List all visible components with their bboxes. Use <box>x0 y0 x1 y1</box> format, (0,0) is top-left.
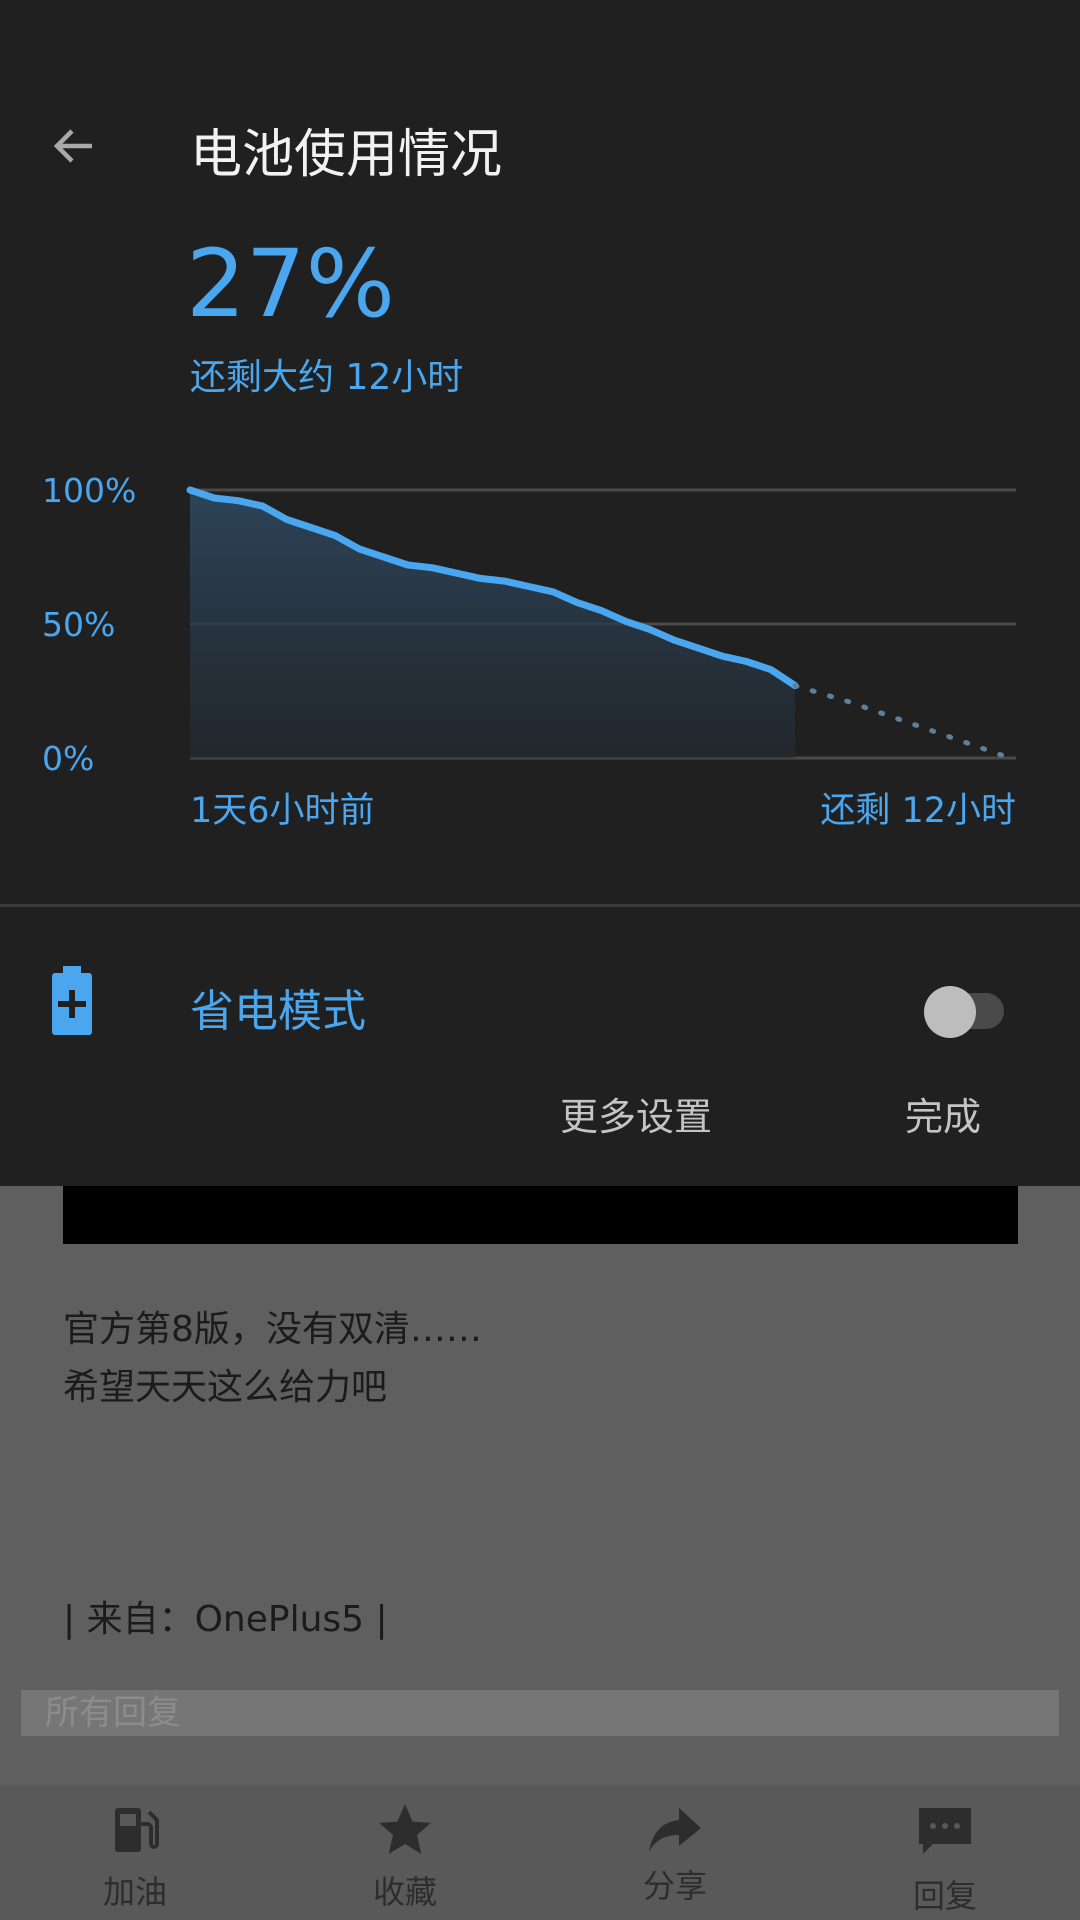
more-settings-button[interactable]: 更多设置 <box>560 1086 712 1141</box>
toggle-thumb <box>924 986 976 1038</box>
x-start-label: 1天6小时前 <box>190 791 375 831</box>
battery-usage-panel: 电池使用情况 27% 还剩大约 12小时 100% 50% 0% 1天6小时前 还剩 1… <box>0 0 1080 1186</box>
post-text-line-1: 官方第8版，没有双清…… <box>63 1309 482 1350</box>
battery-chart: 100% 50% 0% 1天6小时前 还剩 12小时 <box>42 471 1016 831</box>
divider <box>0 904 1080 907</box>
share-icon <box>649 1808 701 1852</box>
star-icon <box>379 1804 431 1854</box>
nav-item-share[interactable]: 分享 <box>540 1785 810 1920</box>
page-title: 电池使用情况 <box>190 125 503 185</box>
arrow-left-icon <box>53 129 92 163</box>
post-source: | 来自：OnePlus5 | <box>63 1599 388 1640</box>
done-button[interactable]: 完成 <box>905 1086 981 1141</box>
nav-label-reply: 回复 <box>912 1877 977 1915</box>
battery-saver-toggle[interactable] <box>924 980 1008 1038</box>
bottom-nav: 加油 收藏 分享 回复 <box>0 1785 1080 1920</box>
x-end-label: 还剩 12小时 <box>820 791 1016 831</box>
post-image-strip <box>63 1186 1018 1244</box>
y-tick-label: 100% <box>42 471 136 510</box>
battery-saver-icon <box>52 966 92 1035</box>
y-tick-label: 50% <box>42 605 115 644</box>
post-text-line-2: 希望天天这么给力吧 <box>63 1367 388 1408</box>
nav-item-reply[interactable]: 回复 <box>810 1785 1080 1920</box>
y-tick-label: 0% <box>42 739 94 778</box>
nav-item-favorite[interactable]: 收藏 <box>270 1785 540 1920</box>
projection-line <box>792 683 1013 761</box>
nav-label-favorite: 收藏 <box>372 1873 437 1911</box>
back-button[interactable] <box>38 110 110 182</box>
nav-label-fuel: 加油 <box>102 1873 167 1911</box>
battery-saver-label: 省电模式 <box>190 986 366 1037</box>
comment-icon <box>919 1808 971 1854</box>
fuel-pump-icon <box>115 1808 159 1852</box>
nav-label-share: 分享 <box>642 1867 707 1905</box>
all-replies-header: 所有回复 <box>21 1690 1059 1736</box>
battery-percent: 27% <box>186 230 395 339</box>
time-remaining: 还剩大约 12小时 <box>190 357 464 398</box>
nav-item-fuel[interactable]: 加油 <box>0 1785 270 1920</box>
